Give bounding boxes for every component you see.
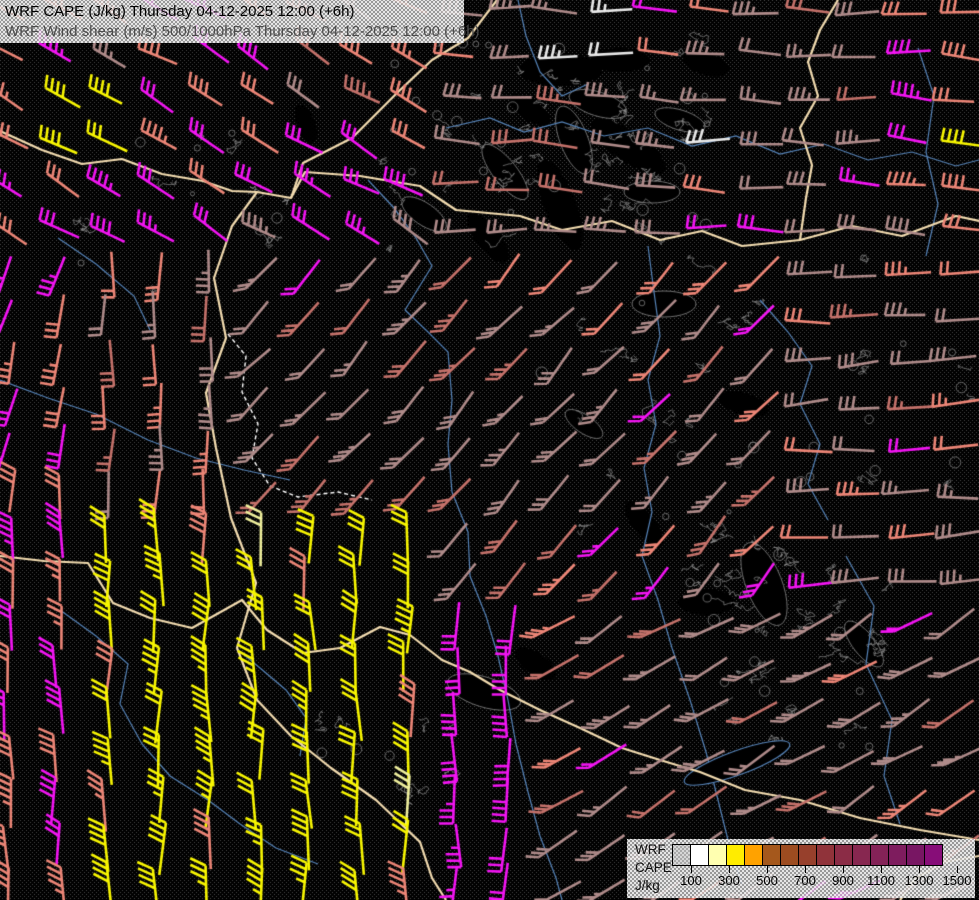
legend-swatch <box>708 844 727 866</box>
legend-swatch <box>690 844 709 866</box>
legend-label-model: WRF <box>635 842 666 857</box>
legend-tick <box>804 866 806 873</box>
legend-tick <box>880 866 882 873</box>
legend-swatch <box>924 844 943 866</box>
title-bar: WRF CAPE (J/kg) Thursday 04-12-2025 12:0… <box>0 0 480 43</box>
legend-swatch <box>834 844 853 866</box>
legend-swatch <box>852 844 871 866</box>
legend-tick <box>956 866 958 873</box>
legend-label-unit: J/kg <box>635 878 660 893</box>
legend-tick <box>690 866 692 873</box>
legend-swatch <box>816 844 835 866</box>
legend-tick <box>918 866 920 873</box>
legend-swatch <box>798 844 817 866</box>
legend-swatch <box>906 844 925 866</box>
legend-swatches <box>672 844 943 866</box>
map-title-windshear: WRF Wind shear (m/s) 500/1000hPa Thursda… <box>5 23 480 40</box>
legend-tick <box>766 866 768 873</box>
legend-swatch <box>744 844 763 866</box>
map-title-cape: WRF CAPE (J/kg) Thursday 04-12-2025 12:0… <box>5 3 355 20</box>
legend-swatch <box>888 844 907 866</box>
legend-tick <box>728 866 730 873</box>
legend-label-variable: CAPE <box>635 860 672 875</box>
legend-swatch <box>726 844 745 866</box>
map-canvas <box>0 0 979 900</box>
legend-tick <box>842 866 844 873</box>
legend-swatch <box>870 844 889 866</box>
cape-legend: WRF CAPE J/kg 100 300 500 700 900 1100 1300 150… <box>627 839 975 898</box>
legend-swatch <box>762 844 781 866</box>
legend-tick-label: 1500 <box>942 873 972 888</box>
wrf-weather-map: WRF CAPE (J/kg) Thursday 04-12-2025 12:0… <box>0 0 979 900</box>
legend-label: WRF CAPE J/kg <box>635 841 672 895</box>
legend-swatch <box>780 844 799 866</box>
legend-swatch <box>672 844 691 866</box>
